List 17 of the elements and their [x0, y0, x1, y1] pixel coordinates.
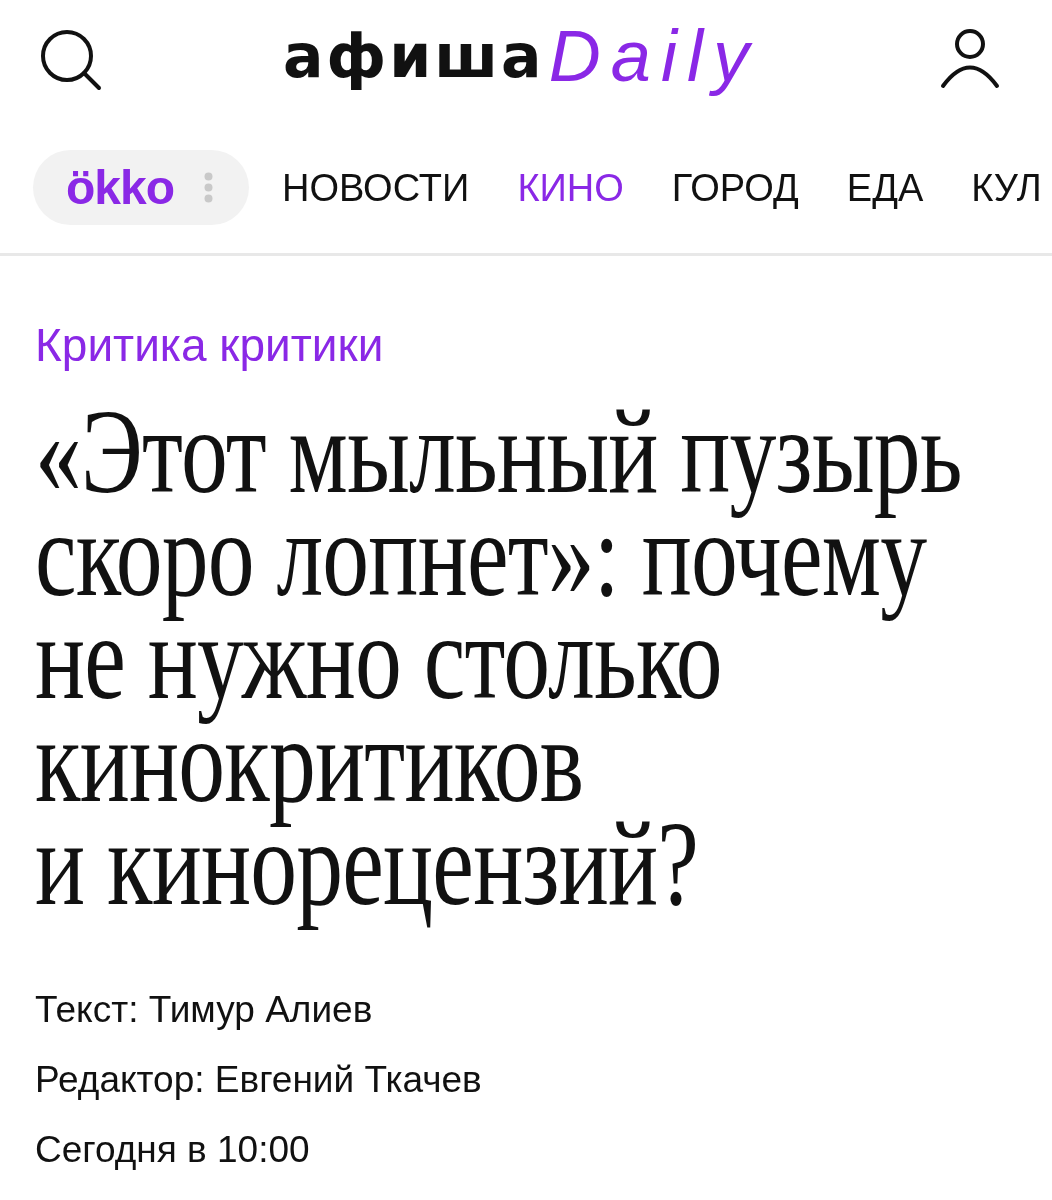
publish-date: Сегодня в 10:00: [35, 1128, 311, 1172]
search-button[interactable]: [38, 27, 102, 91]
nav-tab[interactable]: ГОРОД: [671, 165, 799, 210]
nav-tab[interactable]: КУЛ: [971, 165, 1042, 210]
nav-tab[interactable]: КИНО: [517, 165, 624, 210]
rubric-link[interactable]: Критика критики: [35, 318, 384, 372]
credit-line: Текст: Тимур Алиев: [35, 988, 374, 1032]
credit-line: Редактор: Евгений Ткачев: [35, 1058, 482, 1102]
partner-pill[interactable]: ökko: [33, 150, 250, 225]
article-title: «Этот мыльный пузырь скоро лопнет»: почему не нужно столько кинокритиков и кинорецензий?: [35, 384, 963, 931]
profile-button[interactable]: [940, 29, 1000, 89]
nav-tab[interactable]: НОВОСТИ: [282, 165, 470, 210]
search-icon: [38, 27, 102, 91]
user-icon: [940, 29, 1000, 89]
vertical-dots-icon: [204, 172, 214, 203]
site-logo[interactable]: афиша Daily: [283, 12, 759, 100]
nav-tab[interactable]: ЕДА: [846, 165, 924, 210]
